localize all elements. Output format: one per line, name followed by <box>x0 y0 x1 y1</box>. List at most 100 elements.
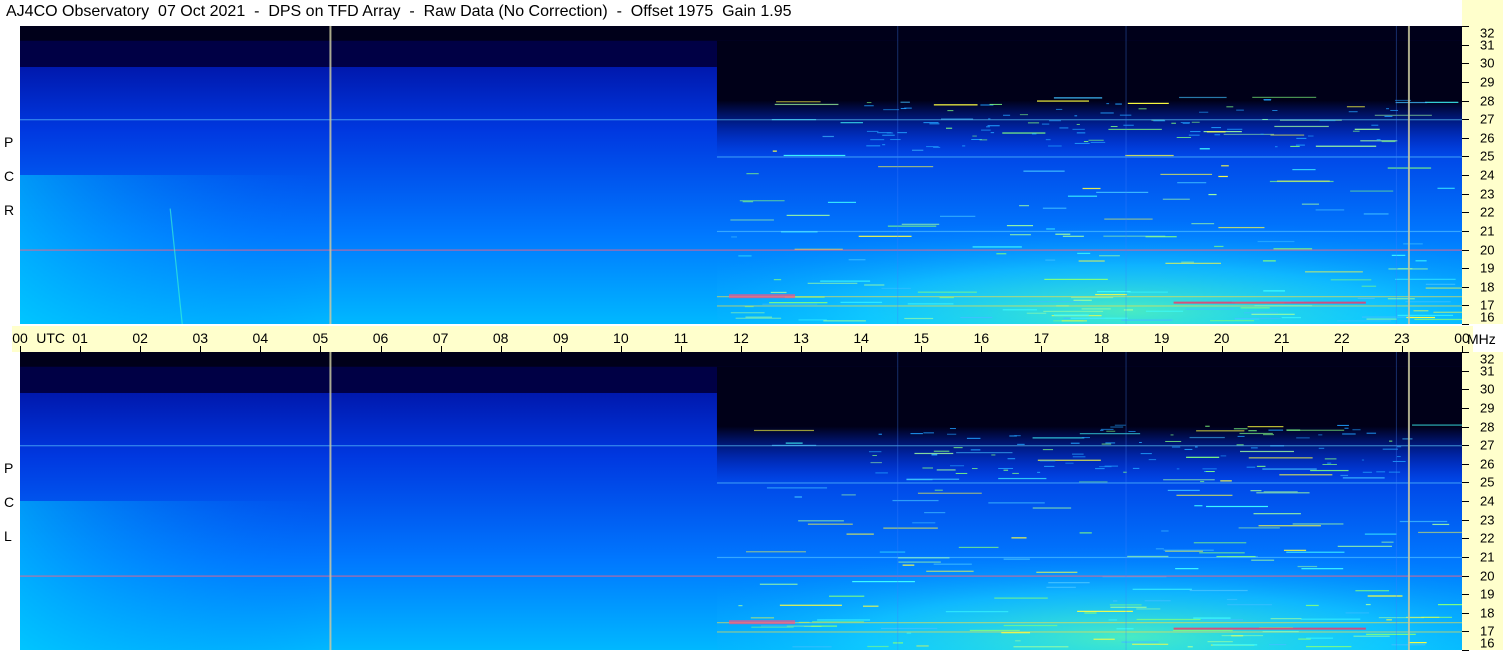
interference-burst <box>1173 301 1366 304</box>
upper-band-speckle <box>1384 115 1393 117</box>
frequency-tick-label: 31 <box>1480 363 1495 379</box>
signal-streak <box>1032 507 1072 509</box>
carrier-line <box>716 622 1462 624</box>
upper-band-speckle <box>1318 447 1325 449</box>
time-tick-mark <box>921 346 923 352</box>
signal-streak <box>1205 425 1210 427</box>
signal-streak <box>1273 248 1313 250</box>
time-tick-label: 07 <box>432 330 449 346</box>
upper-band-speckle <box>1017 443 1025 445</box>
signal-streak <box>1046 586 1076 588</box>
signal-streak <box>783 154 846 157</box>
upper-band-speckle <box>1014 435 1021 437</box>
signal-streak <box>1103 235 1166 237</box>
signal-streak <box>792 646 832 648</box>
signal-streak <box>1023 170 1065 172</box>
upper-band-speckle <box>1019 114 1029 116</box>
signal-streak <box>998 477 1047 480</box>
upper-band-speckle <box>1194 446 1198 448</box>
upper-band-speckle <box>1260 133 1264 135</box>
upper-band-speckle <box>1165 440 1182 442</box>
upper-band-speckle <box>1188 134 1200 136</box>
signal-streak <box>1269 643 1287 646</box>
upper-band-speckle <box>933 450 950 452</box>
signal-streak <box>1386 619 1392 621</box>
signal-streak <box>1406 616 1440 618</box>
vertical-spike <box>1125 352 1127 650</box>
time-tick-mark <box>1401 346 1403 352</box>
carrier-line <box>716 296 1462 298</box>
frequency-tick-mark <box>1462 575 1469 577</box>
upper-band-speckle <box>1236 109 1244 111</box>
upper-band-speckle <box>1344 427 1349 429</box>
signal-streak <box>1177 182 1207 184</box>
signal-streak <box>1239 432 1273 435</box>
upper-band-speckle <box>1322 463 1337 465</box>
signal-streak <box>1079 481 1108 483</box>
upper-band-speckle <box>1352 429 1361 431</box>
upper-band-speckle <box>877 132 892 134</box>
signal-streak <box>1125 154 1174 157</box>
time-tick-label: 16 <box>973 330 990 346</box>
morning-dark-band <box>20 366 717 393</box>
signal-streak <box>817 619 871 621</box>
upper-band-speckle <box>1324 458 1337 460</box>
signal-streak <box>1073 299 1092 301</box>
signal-streak <box>1301 568 1344 570</box>
signal-streak <box>1367 595 1403 597</box>
signal-streak <box>1342 477 1385 479</box>
signal-streak <box>1251 313 1295 315</box>
signal-streak <box>1165 262 1221 264</box>
upper-band-speckle <box>868 451 882 453</box>
signal-streak <box>1019 205 1030 207</box>
rcp-letter-p: P <box>4 134 14 150</box>
time-tick-label: 04 <box>252 330 269 346</box>
upper-band-speckle <box>1090 141 1106 143</box>
upper-band-speckle <box>1031 133 1037 135</box>
signal-streak <box>862 605 879 607</box>
signal-streak <box>1305 604 1319 607</box>
signal-streak <box>1227 604 1272 606</box>
utc-unit-label: UTC <box>36 330 65 346</box>
chart-title: AJ4CO Observatory 07 Oct 2021 - DPS on T… <box>6 3 792 20</box>
signal-streak <box>1363 213 1389 215</box>
time-tick-mark <box>20 346 21 352</box>
signal-streak <box>1310 469 1349 472</box>
vertical-spike <box>897 352 899 650</box>
upper-band-speckle <box>972 135 977 137</box>
frequency-tick-mark <box>1462 175 1469 176</box>
signal-streak <box>1274 125 1329 128</box>
signal-streak <box>1116 628 1134 630</box>
signal-streak <box>731 236 737 238</box>
corner-strip <box>1462 0 1503 26</box>
time-tick-mark <box>560 346 562 352</box>
signal-streak <box>1399 520 1448 523</box>
signal-streak <box>1418 531 1462 534</box>
time-tick-label: 03 <box>192 330 209 346</box>
upper-band-speckle <box>1246 466 1256 468</box>
frequency-tick-label: 31 <box>1480 37 1495 53</box>
upper-band-speckle <box>1048 145 1062 147</box>
signal-streak <box>1196 430 1245 432</box>
upper-band-speckle <box>1076 123 1080 125</box>
top-dark-band <box>20 352 1462 367</box>
upper-band-speckle <box>970 449 981 451</box>
upper-band-speckle <box>1227 128 1243 130</box>
upper-band-speckle <box>922 467 933 469</box>
signal-streak <box>785 442 803 444</box>
signal-streak <box>879 551 906 553</box>
signal-streak <box>1108 128 1162 131</box>
signal-streak <box>916 645 929 647</box>
frequency-tick-label: 19 <box>1480 260 1495 276</box>
signal-streak <box>1179 96 1227 99</box>
signal-streak <box>1365 603 1371 606</box>
upper-band-speckle <box>866 102 872 104</box>
upper-band-speckle <box>1072 128 1085 130</box>
frequency-tick-label: 25 <box>1480 474 1495 490</box>
upper-band-speckle <box>1123 124 1134 126</box>
signal-streak <box>1173 629 1233 632</box>
signal-streak <box>1095 294 1127 296</box>
signal-streak <box>840 301 883 303</box>
morning-dark-band <box>20 40 717 67</box>
frequency-tick-mark <box>1462 137 1469 139</box>
